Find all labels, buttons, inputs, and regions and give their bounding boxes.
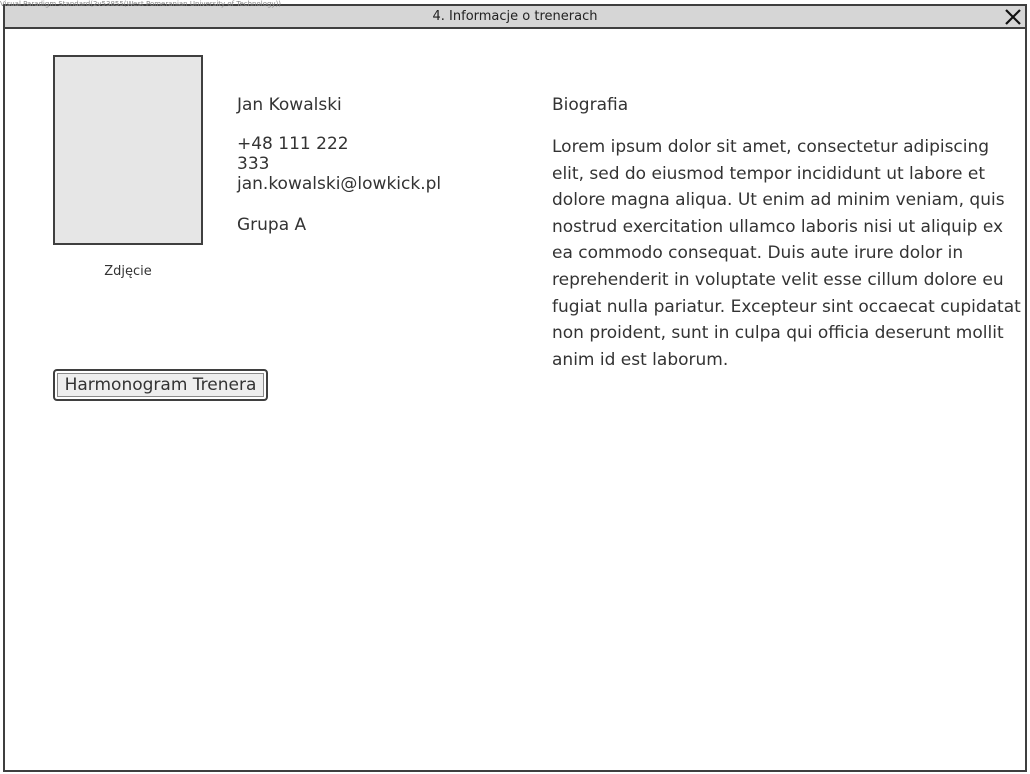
close-icon[interactable]	[1003, 7, 1023, 27]
photo-caption: Zdjęcie	[104, 264, 152, 279]
watermark-text: Visual Paradigm Standard(2v53855(West Po…	[0, 0, 282, 8]
trainer-phone: +48 111 222 333	[237, 134, 349, 174]
trainer-info-window: 4. Informacje o trenerach Zdjęcie Jan Ko…	[3, 4, 1027, 772]
window-titlebar: 4. Informacje o trenerach	[5, 6, 1025, 29]
trainer-schedule-button[interactable]: Harmonogram Trenera	[53, 369, 268, 401]
trainer-photo	[53, 55, 203, 245]
biography-text: Lorem ipsum dolor sit amet, consectetur …	[552, 137, 1021, 370]
trainer-name: Jan Kowalski	[237, 95, 342, 115]
trainer-group: Grupa A	[237, 215, 307, 235]
biography-title: Biografia	[552, 95, 629, 115]
window-title: 4. Informacje o trenerach	[432, 9, 598, 24]
trainer-email: jan.kowalski@lowkick.pl	[237, 174, 442, 194]
